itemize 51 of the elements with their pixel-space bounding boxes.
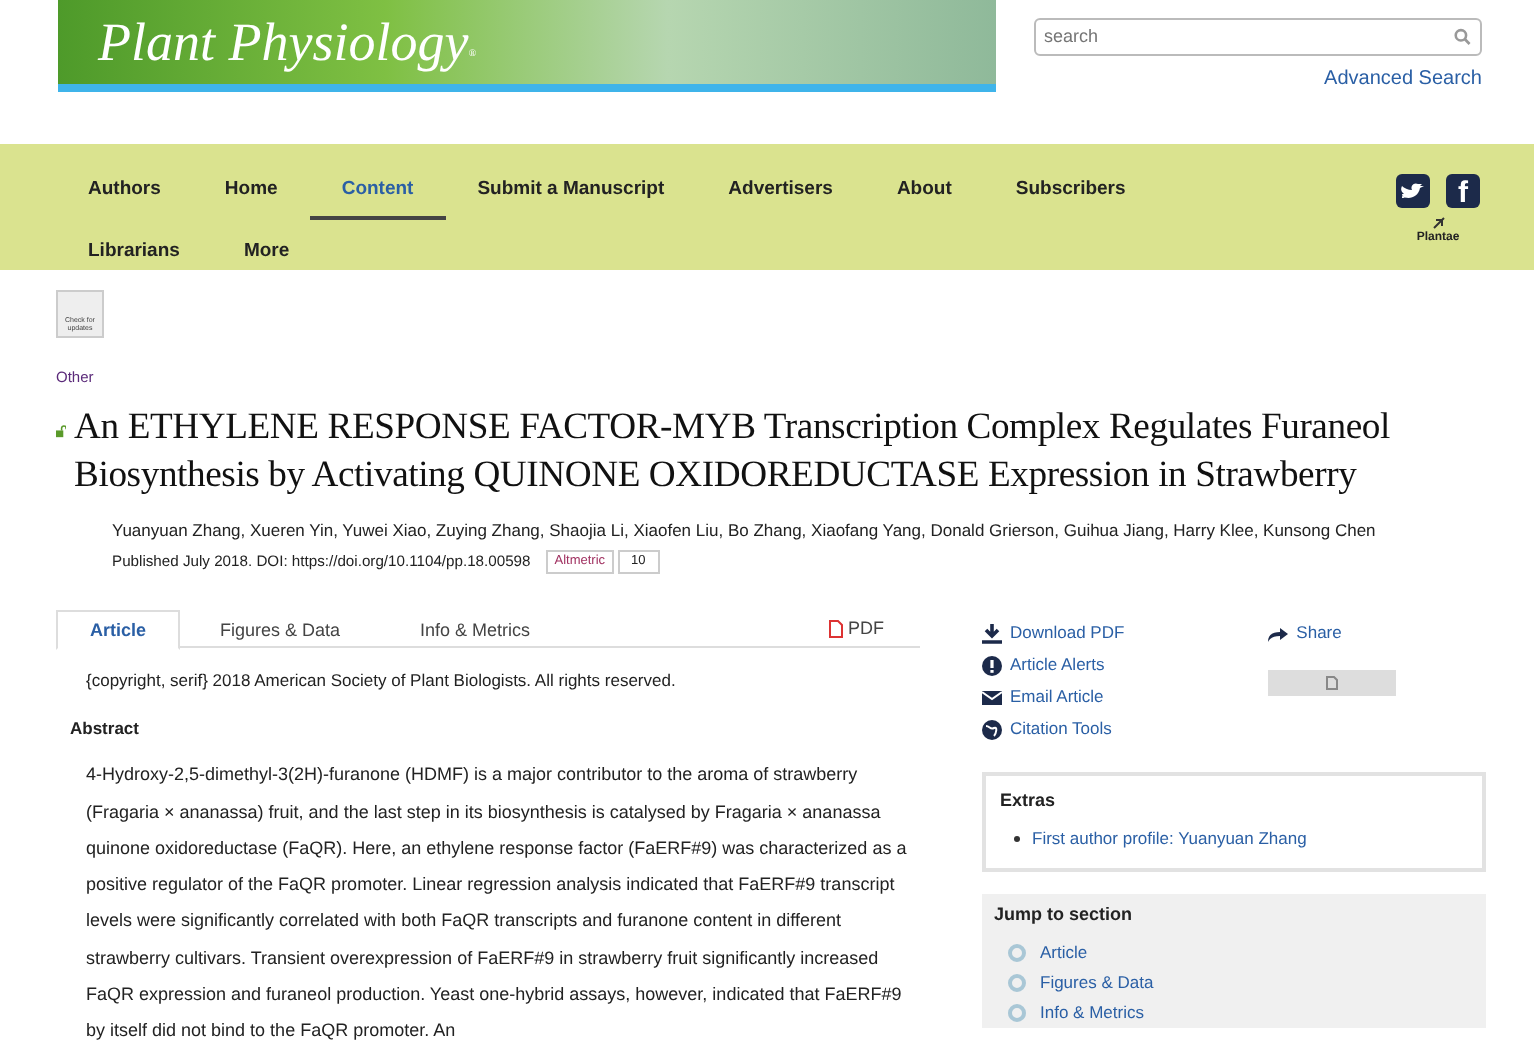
advanced-search-link[interactable]: Advanced Search	[1324, 64, 1482, 94]
tool-link[interactable]: Email Article	[982, 681, 1125, 714]
tool-link[interactable]: Article Alerts	[982, 649, 1125, 682]
abstract-heading: Abstract	[70, 715, 141, 741]
download-icon	[982, 623, 1002, 644]
tab[interactable]: Info & Metrics	[380, 609, 571, 650]
circle-icon	[1008, 1003, 1026, 1021]
arrow-icon	[1268, 623, 1289, 644]
padlock-icon	[56, 420, 67, 443]
section-link[interactable]: Article	[1040, 939, 1088, 965]
tool-link[interactable]: Citation Tools	[982, 713, 1125, 746]
tool-label: Download PDF	[1010, 620, 1125, 647]
nav-link[interactable]: Advertisers	[696, 158, 865, 220]
tool-label: Citation Tools	[1010, 716, 1112, 743]
article-title: An ETHYLENE RESPONSE FACTOR-MYB Transcription Complex Regulates Furaneol Biosynthesis by Activating QUINONE OXIDOREDUCTASE Expression in Strawberry	[74, 404, 1392, 501]
jump-heading: Jump to section	[994, 902, 1135, 928]
document-button[interactable]	[1268, 669, 1397, 696]
section-link[interactable]: Figures & Data	[1040, 969, 1154, 995]
share-link[interactable]: Share	[1268, 617, 1397, 650]
document-icon	[1326, 675, 1339, 690]
nav-link[interactable]: Home	[192, 158, 310, 220]
tab[interactable]: Article	[56, 609, 180, 650]
envelope-icon	[982, 687, 1002, 708]
nav-link[interactable]: About	[864, 158, 984, 220]
bird-icon[interactable]	[1396, 174, 1430, 208]
nav-link[interactable]: Librarians	[56, 220, 212, 282]
nav-link[interactable]: Content	[309, 158, 446, 220]
tab[interactable]: Figures & Data	[180, 609, 381, 650]
nav-link[interactable]: Submit a Manuscript	[445, 158, 697, 220]
extras-link[interactable]: First author profile: Yuanyuan Zhang	[1032, 826, 1307, 852]
extras-heading: Extras	[1000, 787, 1058, 814]
bullet-icon	[1014, 836, 1020, 843]
letter-f-icon[interactable]: f	[1446, 174, 1480, 208]
abstract-text: 4-Hydroxy-2,5-dimethyl-3(2H)-furanone (HDMF) is a major contributor to the aroma of strawberry (Fragaria × ananassa) fruit, and the last step in its biosynthesis is catalysed by Fragaria × ananassa quinone oxidoreductase (FaQR). Here, an ethylene response factor (FaERF#9) was characterized as a positive regulator of the FaQR promoter. Linear regression analysis indicated that FaERF#9 transcript levels were significantly correlated with both FaQR transcripts and furanone content in different strawberry cultivars. Transient overexpression of FaERF#9 in strawberry fruit significantly increased FaQR expression and furaneol production. Yeast one-hybrid assays, however, indicated that FaERF#9 by itself did not bind to the FaQR promoter. An	[86, 762, 909, 1045]
tool-label: Email Article	[1010, 684, 1104, 711]
circle-icon	[1008, 973, 1026, 991]
nav-link[interactable]: More	[211, 220, 322, 282]
document-icon	[828, 619, 844, 638]
nav-link[interactable]: Subscribers	[983, 158, 1158, 220]
circle-icon	[1008, 943, 1026, 961]
tool-label: Article Alerts	[1010, 652, 1105, 679]
search-icon[interactable]	[1454, 28, 1472, 46]
pdf-link[interactable]: PDF	[828, 609, 884, 646]
copyright-text: {copyright, serif} 2018 American Society of Plant Biologists. All rights reserved.	[86, 667, 678, 693]
nav-link[interactable]: Authors	[56, 158, 193, 220]
tool-link[interactable]: Download PDF	[982, 617, 1125, 650]
section-link[interactable]: Info & Metrics	[1040, 999, 1144, 1025]
share-label: Share	[1296, 620, 1342, 647]
exclamation-icon	[982, 655, 1002, 676]
author-list: Yuanyuan Zhang, Xueren Yin, Yuwei Xiao, Zuying Zhang, Shaojia Li, Xiaofen Liu, Bo Zhang, Xiaofang Yang, Donald Grierson, Guihua Jiang, Harry Klee, Kunsong Chen	[112, 518, 1534, 544]
search-field[interactable]: search	[1034, 18, 1482, 56]
